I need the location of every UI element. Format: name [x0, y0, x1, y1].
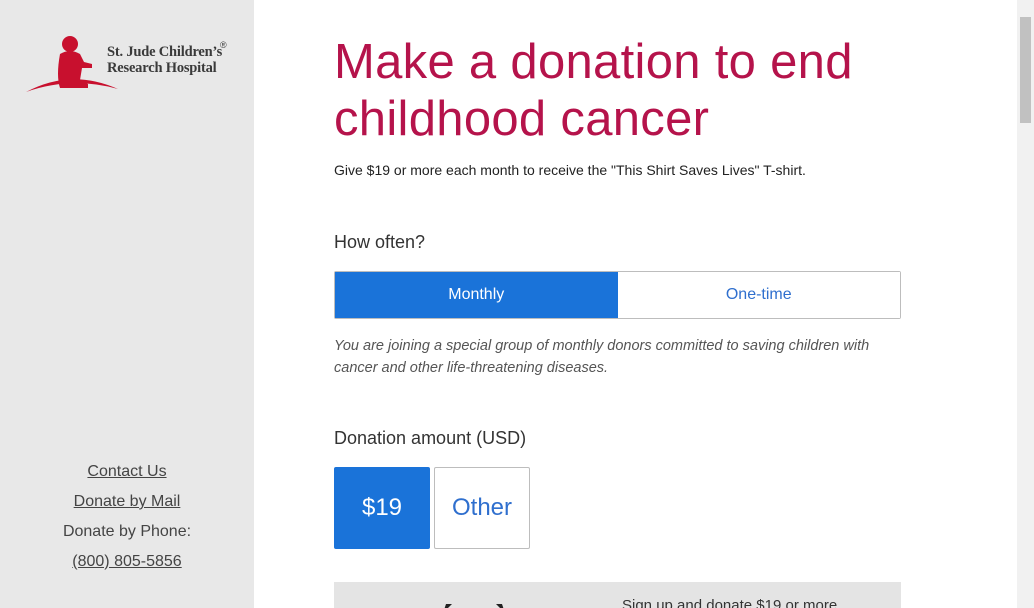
- contact-us-link[interactable]: Contact Us: [87, 463, 166, 480]
- phone-number-link[interactable]: (800) 805-5856: [72, 553, 181, 570]
- logo-line-1: St. Jude Children’s: [107, 44, 223, 60]
- donate-by-phone-label: Donate by Phone:: [62, 523, 192, 540]
- frequency-label: How often?: [334, 232, 426, 252]
- sidebar-links: Contact Us Donate by Mail Donate by Phon…: [0, 457, 254, 577]
- amount-options: $19 Other: [334, 467, 530, 549]
- tshirt-promo: Sign up and donate $19 or more: [334, 582, 901, 608]
- donate-by-mail-link[interactable]: Donate by Mail: [74, 493, 181, 510]
- sidebar: St. Jude Children’s Research Hospital ® …: [0, 0, 254, 608]
- amount-label: Donation amount (USD): [334, 428, 527, 448]
- subtitle: Give $19 or more each month to receive t…: [334, 162, 806, 178]
- frequency-toggle: Monthly One-time: [334, 271, 901, 319]
- scrollbar-thumb[interactable]: [1020, 17, 1031, 123]
- amount-19-button[interactable]: $19: [334, 467, 430, 549]
- registered-mark: ®: [220, 40, 227, 50]
- page-scrollbar[interactable]: [1017, 0, 1034, 608]
- one-time-button[interactable]: One-time: [617, 272, 900, 318]
- logo-line-2: Research Hospital: [107, 60, 217, 76]
- st-jude-logo[interactable]: St. Jude Children’s Research Hospital ®: [26, 32, 236, 96]
- amount-other-button[interactable]: Other: [434, 467, 530, 549]
- monthly-note: You are joining a special group of month…: [334, 338, 870, 376]
- tshirt-icon: [444, 604, 504, 608]
- monthly-button[interactable]: Monthly: [335, 272, 618, 318]
- promo-text: Sign up and donate $19 or more: [622, 597, 838, 608]
- logo-wordmark: St. Jude Children’s Research Hospital: [107, 44, 222, 76]
- page-title: Make a donation to end childhood cancer: [334, 35, 853, 146]
